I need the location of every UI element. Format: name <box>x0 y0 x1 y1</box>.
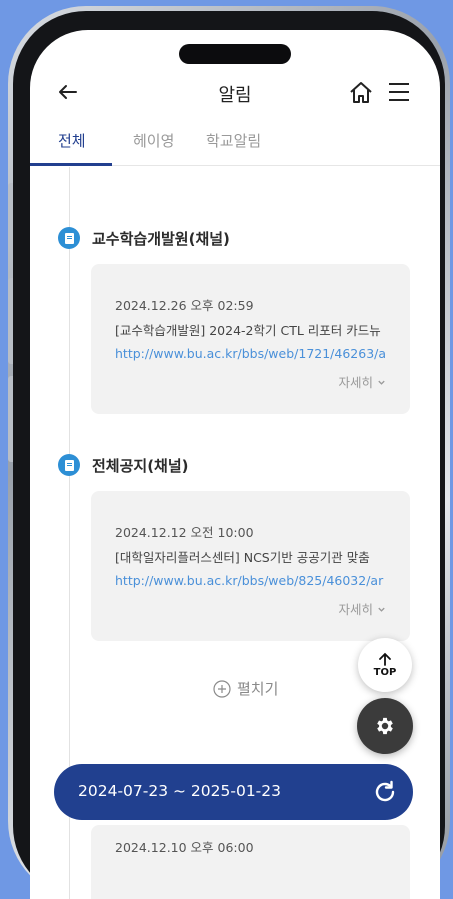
plus-circle-icon <box>213 679 231 698</box>
notification-text: [교수학습개발원] 2024-2학기 CTL 리포터 카드뉴 <box>115 323 381 338</box>
date-range-text: 2024-07-23 ~ 2025-01-23 <box>78 782 281 800</box>
dynamic-island <box>179 44 291 64</box>
notification-card[interactable]: 2024.12.12 오전 10:00 [대학일자리플러스센터] NCS기반 공… <box>91 491 410 641</box>
page-title: 알림 <box>218 85 252 106</box>
notification-text: [대학일자리플러스센터] NCS기반 공공기관 맞춤 <box>115 550 370 565</box>
arrow-up-icon <box>379 652 391 666</box>
app-screen: 알림 전체 헤이영 학교알림 교수학습개발원(채널) 2024.12.26 오후… <box>30 30 440 899</box>
section-title: 교수학습개발원(채널) <box>92 230 230 248</box>
app-header: 알림 <box>30 78 440 114</box>
chevron-down-icon <box>378 607 385 612</box>
notification-link[interactable]: http://www.bu.ac.kr/bbs/web/825/46032/ar <box>115 573 410 588</box>
more-label: 자세히 <box>338 375 374 390</box>
hamburger-menu-icon[interactable] <box>387 81 411 103</box>
tab-all[interactable]: 전체 <box>58 130 86 151</box>
more-button[interactable]: 자세히 <box>339 599 387 618</box>
notification-card[interactable]: 2024.12.10 오후 06:00 <box>91 825 410 899</box>
home-icon[interactable] <box>348 80 374 106</box>
notification-datetime: 2024.12.10 오후 06:00 <box>115 840 254 855</box>
tab-bar: 전체 헤이영 학교알림 <box>30 130 440 166</box>
active-tab-indicator <box>30 163 112 166</box>
tab-school-notice[interactable]: 학교알림 <box>206 130 261 151</box>
chevron-down-icon <box>378 380 385 385</box>
tab-heyyoung[interactable]: 헤이영 <box>133 130 174 151</box>
document-icon <box>58 454 80 476</box>
more-label: 자세히 <box>338 602 374 617</box>
section-title: 전체공지(채널) <box>92 457 189 475</box>
notification-card[interactable]: 2024.12.26 오후 02:59 [교수학습개발원] 2024-2학기 C… <box>91 264 410 414</box>
document-icon <box>58 227 80 249</box>
refresh-icon[interactable] <box>372 779 398 805</box>
notification-datetime: 2024.12.26 오후 02:59 <box>115 298 254 313</box>
settings-button[interactable] <box>357 698 413 754</box>
expand-label: 펼치기 <box>237 680 279 698</box>
expand-button[interactable]: 펼치기 <box>213 678 278 699</box>
notification-datetime: 2024.12.12 오전 10:00 <box>115 525 254 540</box>
scroll-top-button[interactable]: TOP <box>358 638 412 692</box>
top-label: TOP <box>373 667 397 678</box>
notification-link[interactable]: http://www.bu.ac.kr/bbs/web/1721/46263/a <box>115 346 410 361</box>
more-button[interactable]: 자세히 <box>339 372 387 391</box>
gear-icon <box>377 717 393 735</box>
date-range-bar[interactable]: 2024-07-23 ~ 2025-01-23 <box>54 764 413 820</box>
